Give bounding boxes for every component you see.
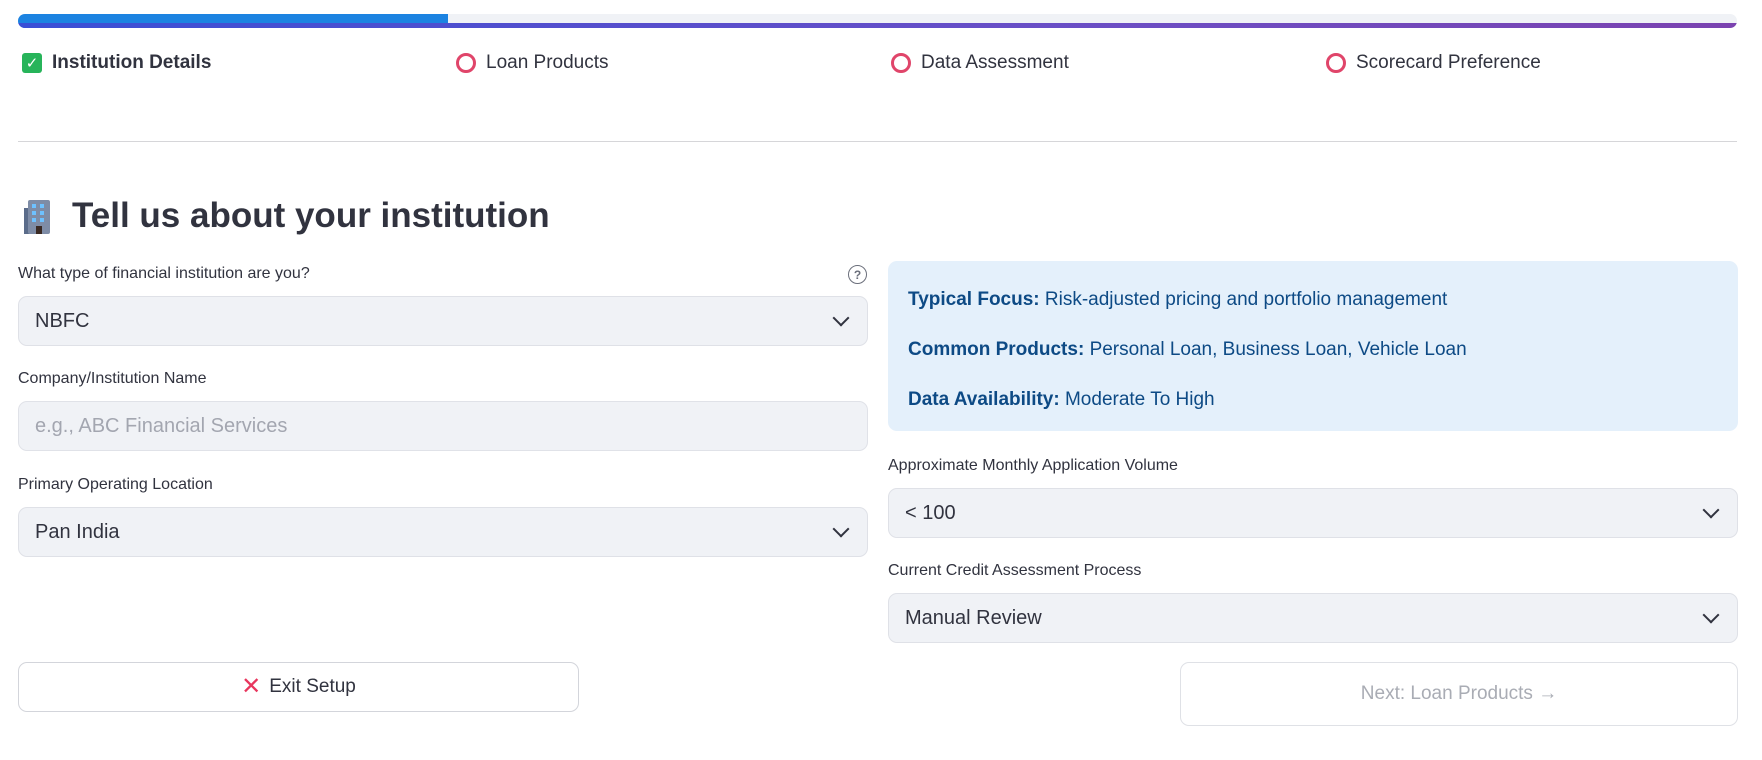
step-institution-details: ✓ Institution Details (22, 52, 211, 74)
building-icon (22, 198, 58, 234)
help-icon[interactable]: ? (848, 265, 867, 284)
company-name-placeholder: e.g., ABC Financial Services (35, 414, 288, 437)
close-icon: ✕ (241, 673, 262, 700)
company-name-input[interactable]: e.g., ABC Financial Services (18, 401, 868, 451)
institution-type-value: NBFC (35, 309, 90, 332)
progress-accent-line (18, 23, 1737, 28)
chevron-down-icon (1702, 501, 1720, 519)
institution-info-box: Typical Focus: Risk-adjusted pricing and… (888, 261, 1738, 431)
circle-icon (891, 53, 911, 73)
step-label: Scorecard Preference (1356, 52, 1541, 73)
progress-bar (18, 14, 1737, 28)
next-button-label: Next: Loan Products → (1360, 683, 1558, 704)
page-title: Tell us about your institution (72, 196, 550, 235)
step-indicator: ✓ Institution Details Loan Products Data… (22, 52, 1742, 82)
step-scorecard-preference: Scorecard Preference (1326, 52, 1541, 74)
info-typical-focus: Typical Focus: Risk-adjusted pricing and… (908, 289, 1448, 310)
divider (18, 141, 1737, 142)
chevron-down-icon (832, 309, 850, 327)
next-loan-products-button[interactable]: Next: Loan Products → (1180, 662, 1738, 726)
assessment-process-label: Current Credit Assessment Process (888, 562, 1142, 579)
check-icon: ✓ (22, 53, 42, 73)
step-label: Data Assessment (921, 52, 1069, 73)
circle-icon (1326, 53, 1346, 73)
info-common-products: Common Products: Personal Loan, Business… (908, 339, 1467, 360)
chevron-down-icon (1702, 606, 1720, 624)
institution-type-select[interactable]: NBFC (18, 296, 868, 346)
assessment-process-select[interactable]: Manual Review (888, 593, 1738, 643)
institution-type-label: What type of financial institution are y… (18, 265, 310, 282)
step-loan-products: Loan Products (456, 52, 609, 74)
assessment-process-value: Manual Review (905, 606, 1042, 629)
location-label: Primary Operating Location (18, 476, 213, 493)
step-label: Institution Details (52, 52, 212, 73)
monthly-volume-select[interactable]: < 100 (888, 488, 1738, 538)
location-value: Pan India (35, 520, 120, 543)
exit-setup-button[interactable]: ✕ Exit Setup (18, 662, 579, 712)
step-data-assessment: Data Assessment (891, 52, 1069, 74)
location-select[interactable]: Pan India (18, 507, 868, 557)
company-name-label: Company/Institution Name (18, 370, 207, 387)
chevron-down-icon (832, 520, 850, 538)
step-label: Loan Products (486, 52, 609, 73)
page-heading: Tell us about your institution (22, 196, 550, 236)
monthly-volume-label: Approximate Monthly Application Volume (888, 457, 1178, 474)
circle-icon (456, 53, 476, 73)
info-data-availability: Data Availability: Moderate To High (908, 389, 1215, 410)
monthly-volume-value: < 100 (905, 501, 956, 524)
exit-setup-label: Exit Setup (269, 676, 356, 697)
